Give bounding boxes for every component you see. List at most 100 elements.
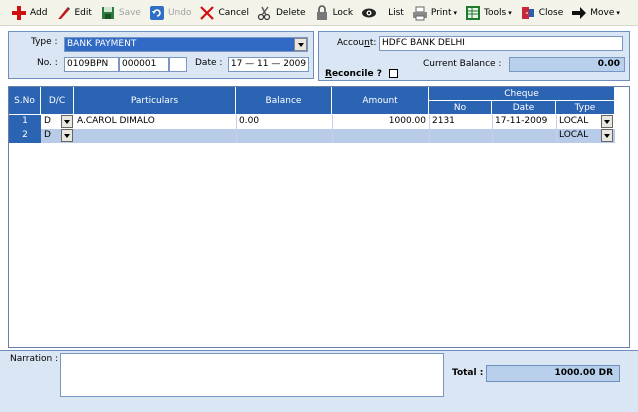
col-header-particulars: Particulars [74, 87, 236, 115]
no-label: No. : [37, 58, 58, 68]
chevron-down-icon [64, 119, 70, 124]
current-balance-label: Current Balance : [423, 59, 502, 69]
dc-cell[interactable]: D [42, 129, 60, 143]
chevron-down-icon [604, 119, 610, 124]
balance-cell [237, 129, 331, 143]
col-header-cheque-date: Date [492, 101, 556, 115]
spreadsheet-icon [465, 5, 481, 21]
narration-textarea[interactable] [60, 353, 444, 397]
lock-icon [314, 4, 330, 21]
account-label: Account: [337, 38, 377, 48]
entries-grid: S.No D/C Particulars Balance Amount Cheq… [8, 86, 630, 348]
voucher-number-field[interactable]: 000001 [119, 57, 169, 72]
reconcile-label: Reconcile ? [325, 69, 382, 79]
pencil-icon [55, 5, 71, 21]
edit-label: Edit [74, 7, 92, 18]
row-number: 2 [9, 129, 41, 143]
column-divider [429, 115, 430, 143]
list-button[interactable]: List [385, 2, 407, 24]
edit-button[interactable]: Edit [52, 2, 94, 24]
save-button[interactable]: Save [97, 2, 144, 24]
chevron-down-icon [297, 42, 304, 47]
particulars-cell[interactable]: A.CAROL DIMALO [75, 115, 235, 129]
undo-label: Undo [167, 7, 192, 18]
col-header-sno: S.No [9, 87, 41, 115]
exit-door-icon [520, 5, 536, 21]
col-header-amount: Amount [332, 87, 429, 115]
cancel-label: Cancel [218, 7, 249, 18]
cancel-button[interactable]: Cancel [196, 2, 252, 24]
narration-label: Narration : [10, 354, 59, 364]
undo-icon [149, 5, 165, 21]
col-header-cheque: Cheque [429, 87, 615, 101]
cheque-date-cell[interactable]: 17-11-2009 [493, 115, 555, 129]
cheque-type-cell[interactable]: LOCAL [557, 129, 601, 143]
account-field[interactable]: HDFC BANK DELHI [379, 36, 623, 51]
dc-dropdown-button[interactable] [61, 115, 73, 128]
total-label: Total : [452, 368, 484, 378]
print-button[interactable]: Print ▾ [409, 2, 460, 24]
amount-cell[interactable] [333, 129, 428, 143]
close-label: Close [538, 7, 564, 18]
cheque-date-cell[interactable] [493, 129, 555, 143]
close-button[interactable]: Close [517, 2, 567, 24]
type-label: Type : [31, 37, 58, 47]
dc-cell[interactable]: D [42, 115, 60, 129]
move-label: Move [590, 7, 615, 18]
delete-button[interactable]: Delete [254, 2, 309, 24]
voucher-prefix-field[interactable]: 0109BPN [64, 57, 119, 72]
cheque-type-dropdown-button[interactable] [601, 115, 613, 128]
cheque-no-cell[interactable]: 2131 [430, 115, 491, 129]
undo-button[interactable]: Undo [146, 2, 195, 24]
date-label: Date : [195, 58, 223, 68]
col-header-dc: D/C [41, 87, 74, 115]
printer-icon [412, 5, 428, 21]
arrow-right-icon [571, 5, 587, 21]
column-divider [492, 115, 493, 143]
plus-icon [11, 5, 27, 21]
lock-button[interactable]: Lock [311, 2, 357, 24]
move-dropdown-icon: ▾ [616, 8, 620, 17]
list-label: List [388, 7, 404, 18]
tools-button[interactable]: Tools ▾ [462, 2, 515, 24]
scissors-icon [257, 5, 273, 21]
delete-label: Delete [275, 7, 306, 18]
cheque-type-dropdown-button[interactable] [601, 129, 613, 142]
dc-dropdown-button[interactable] [61, 129, 73, 142]
col-header-cheque-no: No [429, 101, 492, 115]
account-panel: Account: HDFC BANK DELHI Current Balance… [318, 31, 630, 81]
lock-label: Lock [332, 7, 354, 18]
col-header-cheque-type: Type [556, 101, 615, 115]
view-button[interactable] [358, 2, 383, 24]
reconcile-checkbox[interactable] [389, 69, 398, 78]
col-header-balance: Balance [236, 87, 332, 115]
column-divider [236, 115, 237, 143]
voucher-suffix-field[interactable] [169, 57, 187, 72]
row-number: 1 [9, 115, 41, 129]
add-button[interactable]: Add [8, 2, 50, 24]
chevron-down-icon [64, 133, 70, 138]
cheque-no-cell[interactable] [430, 129, 491, 143]
type-select[interactable]: BANK PAYMENT [64, 37, 308, 52]
balance-cell: 0.00 [239, 116, 260, 126]
footer-panel: Narration : Total : 1000.00 DR [0, 350, 638, 412]
particulars-cell[interactable] [75, 129, 235, 143]
current-balance-value: 0.00 [509, 57, 625, 72]
chevron-down-icon [604, 133, 610, 138]
date-field[interactable]: 17 — 11 — 2009 [228, 57, 309, 72]
add-label: Add [30, 7, 48, 18]
save-label: Save [118, 7, 141, 18]
print-label: Print [430, 7, 452, 18]
amount-cell[interactable]: 1000.00 [333, 115, 428, 129]
total-value: 1000.00 DR [486, 365, 620, 382]
eye-icon [361, 5, 377, 21]
type-dropdown-button[interactable] [294, 38, 307, 51]
cross-icon [199, 5, 215, 21]
toolbar: Add Edit Save Undo Cancel Delete Lock Li… [0, 0, 638, 26]
print-dropdown-icon: ▾ [453, 8, 458, 17]
move-button[interactable]: Move ▾ [568, 2, 623, 24]
cheque-type-cell[interactable]: LOCAL [557, 115, 601, 129]
floppy-icon [100, 5, 116, 21]
column-divider [332, 115, 333, 143]
column-divider [556, 115, 557, 143]
